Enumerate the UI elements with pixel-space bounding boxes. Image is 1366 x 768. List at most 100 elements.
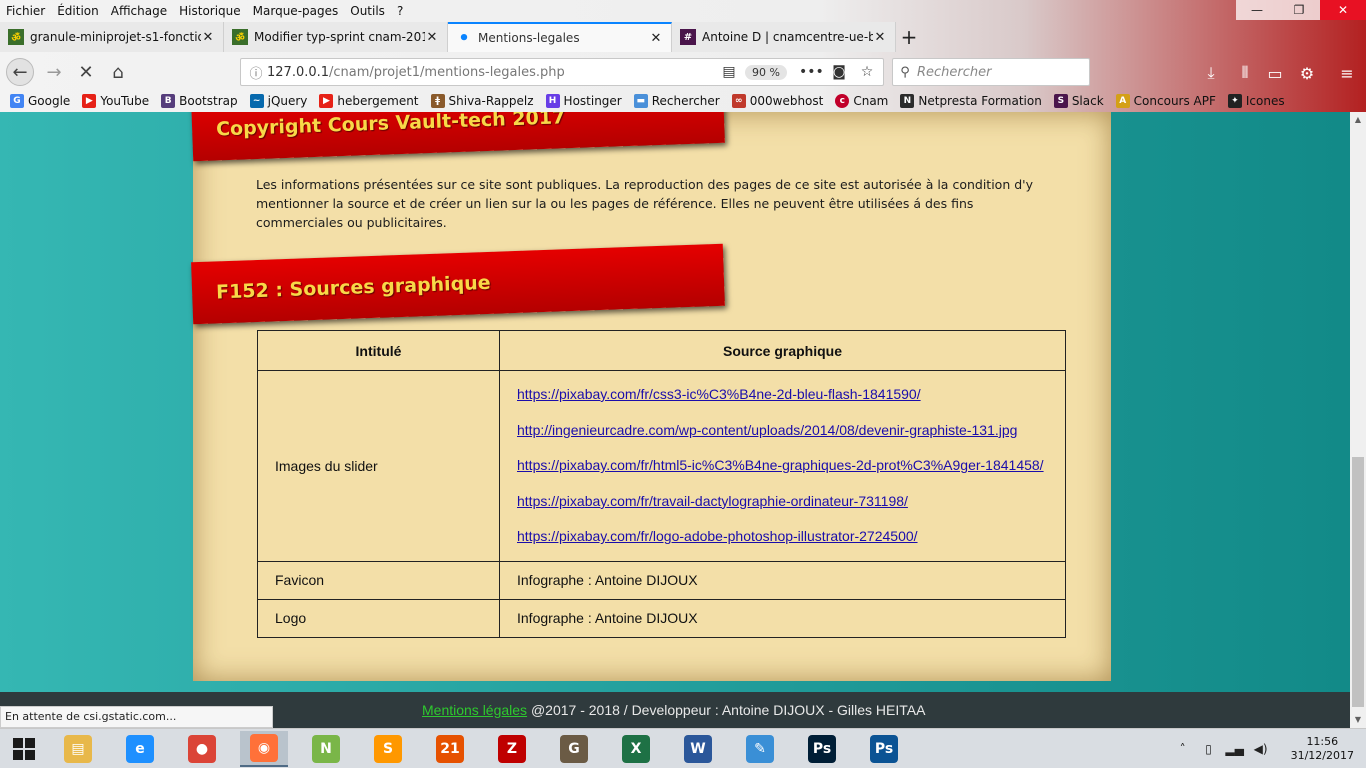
google-icon: G — [10, 94, 24, 108]
tab-granule[interactable]: ॐ granule-miniprojet-s1-fonction ✕ — [0, 22, 224, 52]
bookmark-label: hebergement — [337, 94, 419, 108]
url-text[interactable]: 127.0.0.1/cnam/projet1/mentions-legales.… — [267, 65, 717, 80]
bookmark-bootstrap[interactable]: B Bootstrap — [161, 94, 238, 108]
taskbar-internet-explorer[interactable]: e — [116, 731, 164, 767]
bookmark-label: YouTube — [100, 94, 150, 108]
show-hidden-icons-icon[interactable]: ˄ — [1173, 742, 1193, 756]
zoom-level-badge[interactable]: 90 % — [745, 64, 787, 80]
browser-chrome: Fichier Édition Affichage Historique Mar… — [0, 0, 1366, 112]
internet-explorer-icon: e — [126, 735, 154, 763]
pocket-icon[interactable]: ◙ — [827, 64, 851, 80]
start-button[interactable] — [0, 729, 48, 768]
home-button[interactable]: ⌂ — [104, 58, 132, 86]
cnam-icon: c — [835, 94, 850, 108]
taskbar-notepad-plus-plus[interactable]: N — [302, 731, 350, 767]
url-bar[interactable]: ⓘ 127.0.0.1/cnam/projet1/mentions-legale… — [240, 58, 884, 86]
close-tab-icon[interactable]: ✕ — [873, 30, 887, 45]
column-header-source: Source graphique — [499, 330, 1066, 371]
bookmark-label: jQuery — [267, 94, 308, 108]
stop-button[interactable]: ✕ — [72, 58, 100, 86]
tab-antoine-d[interactable]: # Antoine D | cnamcentre-ue-bo ✕ — [672, 22, 896, 52]
source-link[interactable]: https://pixabay.com/fr/html5-ic%C3%B4ne-… — [517, 457, 1044, 473]
back-button[interactable]: ← — [6, 58, 34, 86]
sublime-text-icon: S — [374, 735, 402, 763]
menu-fichier[interactable]: Fichier — [0, 4, 51, 18]
new-tab-button[interactable]: + — [896, 22, 922, 52]
vertical-scrollbar[interactable]: ▲ ▼ — [1350, 112, 1366, 728]
taskbar-gimp[interactable]: G — [550, 731, 598, 767]
bookmark-cnam[interactable]: c Cnam — [835, 94, 888, 108]
minimize-button[interactable]: — — [1236, 0, 1278, 20]
icones-icon: ✦ — [1227, 94, 1242, 108]
bookmark-star-icon[interactable]: ☆ — [855, 64, 879, 80]
taskbar-chrome[interactable]: ● — [178, 731, 226, 767]
forward-button[interactable]: → — [40, 58, 68, 86]
bookmark-000webhost[interactable]: ∞ 000webhost — [731, 94, 823, 108]
device-icon[interactable]: ▯ — [1199, 742, 1219, 756]
webhost-icon: ∞ — [731, 94, 746, 108]
scroll-down-arrow-icon[interactable]: ▼ — [1350, 712, 1366, 728]
close-tab-icon[interactable]: ✕ — [201, 30, 215, 45]
close-tab-icon[interactable]: ✕ — [649, 31, 663, 46]
menu-historique[interactable]: Historique — [173, 4, 247, 18]
close-window-button[interactable]: ✕ — [1320, 0, 1366, 20]
info-icon[interactable]: ⓘ — [245, 63, 267, 82]
menu-hamburger-icon[interactable]: ≡ — [1336, 62, 1358, 84]
youtube-icon: ▶ — [82, 94, 97, 108]
extension-icon[interactable]: ⚙ — [1296, 62, 1318, 84]
bookmark-netpresta[interactable]: N Netpresta Formation — [900, 94, 1042, 108]
row-label-logo: Logo — [257, 598, 500, 638]
restore-button[interactable]: ❐ — [1278, 0, 1320, 20]
row-source-favicon: Infographe : Antoine DIJOUX — [499, 560, 1066, 600]
page-actions-icon[interactable]: ••• — [799, 64, 824, 80]
menu-affichage[interactable]: Affichage — [105, 4, 173, 18]
taskbar-firefox[interactable]: ◉ — [240, 731, 288, 767]
taskbar-paint[interactable]: ✎ — [736, 731, 784, 767]
menu-outils[interactable]: Outils — [344, 4, 391, 18]
bookmark-google[interactable]: G Google — [10, 94, 70, 108]
bookmark-hostinger[interactable]: H Hostinger — [545, 94, 622, 108]
download-icon[interactable]: ⤓ — [1200, 62, 1222, 84]
bookmark-jquery[interactable]: ~ jQuery — [249, 94, 308, 108]
close-tab-icon[interactable]: ✕ — [425, 30, 439, 45]
bookmark-slack[interactable]: S Slack — [1053, 94, 1104, 108]
volume-icon[interactable]: ◀) — [1251, 742, 1271, 756]
bookmark-shiva-rappelz[interactable]: ǂ Shiva-Rappelz — [430, 94, 534, 108]
source-link[interactable]: https://pixabay.com/fr/logo-adobe-photos… — [517, 528, 918, 544]
menu-marque-pages[interactable]: Marque-pages — [247, 4, 345, 18]
taskbar-sublime-text[interactable]: S — [364, 731, 412, 767]
taskbar-photoshop-1[interactable]: Ps — [798, 731, 846, 767]
library-icon[interactable]: ⫴ — [1234, 62, 1256, 84]
scrollbar-thumb[interactable] — [1352, 457, 1364, 707]
taskbar-photoshop-2[interactable]: Ps — [860, 731, 908, 767]
sidebar-icon[interactable]: ▭ — [1264, 62, 1286, 84]
tab-mentions-legales[interactable]: • Mentions-legales ✕ — [448, 22, 672, 52]
bookmark-concours-apf[interactable]: A Concours APF — [1115, 94, 1216, 108]
taskbar-filezilla[interactable]: Z — [488, 731, 536, 767]
source-link[interactable]: https://pixabay.com/fr/travail-dactylogr… — [517, 493, 908, 509]
bookmark-rechercher[interactable]: ▬ Rechercher — [633, 94, 720, 108]
menu-aide[interactable]: ? — [391, 4, 409, 18]
jquery-icon: ~ — [249, 94, 264, 108]
mentions-legales-link[interactable]: Mentions légales — [422, 702, 527, 718]
word-icon: W — [684, 735, 712, 763]
bookmark-hebergement[interactable]: ▶ hebergement — [319, 94, 419, 108]
bookmark-youtube[interactable]: ▶ YouTube — [82, 94, 149, 108]
search-box[interactable]: ⚲ Rechercher — [892, 58, 1090, 86]
bookmark-icones[interactable]: ✦ Icones — [1227, 94, 1285, 108]
reader-view-icon[interactable]: ▤ — [717, 64, 741, 80]
taskbar-file-explorer[interactable]: ▤ — [54, 731, 102, 767]
taskbar-word[interactable]: W — [674, 731, 722, 767]
bookmark-label: Netpresta Formation — [918, 94, 1042, 108]
window-controls: — ❐ ✕ — [1236, 0, 1366, 20]
scroll-up-arrow-icon[interactable]: ▲ — [1350, 112, 1366, 128]
network-icon[interactable]: ▂▄ — [1225, 742, 1245, 756]
taskbar-excel[interactable]: X — [612, 731, 660, 767]
tab-modifier-typ-sprint[interactable]: ॐ Modifier typ-sprint cnam-2017- ✕ — [224, 22, 448, 52]
search-placeholder: Rechercher — [917, 64, 992, 80]
source-link[interactable]: https://pixabay.com/fr/css3-ic%C3%B4ne-2… — [517, 386, 921, 402]
menu-edition[interactable]: Édition — [51, 4, 105, 18]
source-link[interactable]: http://ingenieurcadre.com/wp-content/upl… — [517, 422, 1017, 438]
taskbar-21-app[interactable]: 21 — [426, 731, 474, 767]
clock[interactable]: 11:56 31/12/2017 — [1291, 735, 1354, 763]
